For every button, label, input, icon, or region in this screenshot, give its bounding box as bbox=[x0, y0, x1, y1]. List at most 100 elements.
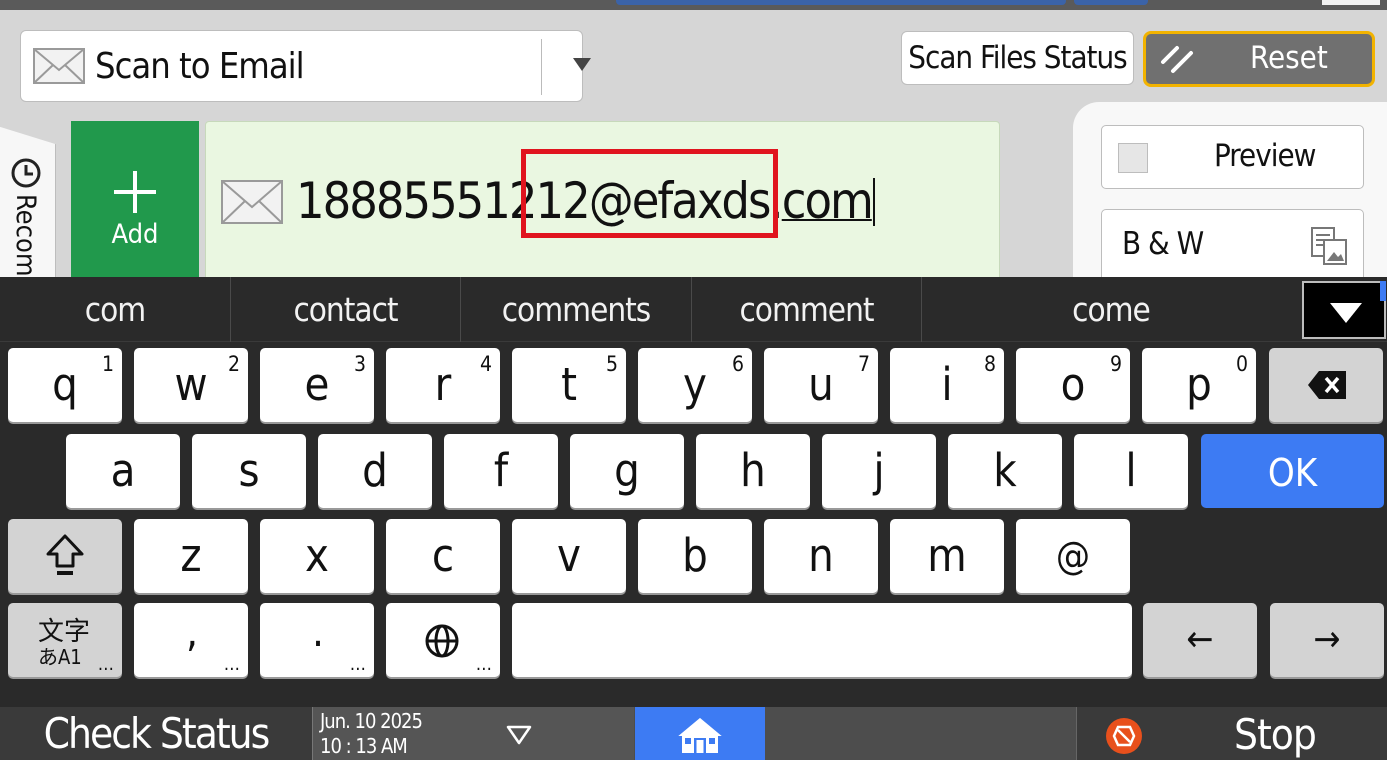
ok-label: OK bbox=[1267, 451, 1318, 495]
key-a[interactable]: a bbox=[66, 434, 180, 508]
top-strip bbox=[0, 0, 1387, 10]
envelope-icon bbox=[221, 180, 283, 224]
suggestion-item[interactable]: comments bbox=[461, 277, 692, 342]
cursor-right-key[interactable]: → bbox=[1270, 603, 1384, 677]
scroll-indicator bbox=[1380, 281, 1386, 301]
key-num: 1 bbox=[101, 352, 114, 376]
key-h[interactable]: h bbox=[696, 434, 810, 508]
color-mode-button[interactable]: B & W bbox=[1101, 209, 1364, 277]
key-num: 9 bbox=[1109, 352, 1122, 376]
suggestion-item[interactable]: come bbox=[922, 277, 1300, 342]
home-button[interactable] bbox=[635, 707, 765, 760]
backspace-icon bbox=[1308, 371, 1346, 399]
key-char: x bbox=[305, 529, 329, 582]
key-d[interactable]: d bbox=[318, 434, 432, 508]
function-select[interactable]: Scan to Email bbox=[20, 30, 591, 102]
key-char: v bbox=[557, 529, 581, 582]
recommended-tab-label: Recomm bbox=[10, 194, 41, 277]
key-o[interactable]: o9 bbox=[1016, 348, 1130, 422]
key-y[interactable]: y6 bbox=[638, 348, 752, 422]
highlight-box bbox=[521, 149, 778, 238]
top-tab-1[interactable] bbox=[616, 0, 1066, 5]
key-m[interactable]: m bbox=[890, 519, 1004, 593]
ok-key[interactable]: OK bbox=[1201, 434, 1384, 508]
key-g[interactable]: g bbox=[570, 434, 684, 508]
key-at[interactable]: @ bbox=[1016, 519, 1130, 593]
date-time-display[interactable]: Jun. 10 2025 10 : 13 AM bbox=[312, 707, 634, 760]
key-l[interactable]: l bbox=[1074, 434, 1188, 508]
key-s[interactable]: s bbox=[192, 434, 306, 508]
suggestion-item[interactable]: contact bbox=[231, 277, 461, 342]
key-more: … bbox=[349, 654, 366, 675]
key-char: n bbox=[808, 529, 834, 582]
key-q[interactable]: q1 bbox=[8, 348, 122, 422]
backspace-key[interactable] bbox=[1269, 348, 1383, 422]
key-num: 4 bbox=[479, 352, 492, 376]
key-num: 7 bbox=[857, 352, 870, 376]
scan-files-status-button[interactable]: Scan Files Status bbox=[901, 31, 1134, 85]
suggestion-item[interactable]: com bbox=[0, 277, 231, 342]
check-status-button[interactable]: Check Status bbox=[0, 707, 312, 760]
key-u[interactable]: u7 bbox=[764, 348, 878, 422]
function-select-label: Scan to Email bbox=[95, 45, 305, 87]
color-mode-label: B & W bbox=[1122, 226, 1204, 262]
key-i[interactable]: i8 bbox=[890, 348, 1004, 422]
left-arrow-icon: ← bbox=[1186, 619, 1214, 660]
status-bar: Check Status Jun. 10 2025 10 : 13 AM Sto… bbox=[0, 707, 1387, 760]
stop-button[interactable]: Stop bbox=[1076, 707, 1387, 760]
key-z[interactable]: z bbox=[134, 519, 248, 593]
preview-checkbox[interactable] bbox=[1118, 143, 1148, 173]
recommended-tab[interactable]: Recomm bbox=[0, 125, 56, 277]
input-mode-key[interactable]: 文字 あA1 … bbox=[8, 603, 122, 677]
key-p[interactable]: p0 bbox=[1142, 348, 1256, 422]
key-char: f bbox=[493, 444, 509, 497]
key-char: @ bbox=[1055, 534, 1091, 578]
key-k[interactable]: k bbox=[948, 434, 1062, 508]
suggestion-expand-button[interactable] bbox=[1302, 281, 1386, 339]
shift-key[interactable] bbox=[8, 519, 122, 593]
stop-icon bbox=[1106, 718, 1142, 754]
destination-tld: com bbox=[781, 172, 874, 230]
key-char: g bbox=[614, 444, 640, 497]
key-t[interactable]: t5 bbox=[512, 348, 626, 422]
top-area: Scan to Email Scan Files Status Reset Re… bbox=[0, 0, 1387, 277]
key-period[interactable]: .… bbox=[260, 603, 374, 677]
key-comma[interactable]: ,… bbox=[134, 603, 248, 677]
cursor-left-key[interactable]: ← bbox=[1143, 603, 1257, 677]
check-status-label: Check Status bbox=[43, 709, 271, 758]
key-char: d bbox=[362, 444, 388, 497]
key-char: , bbox=[186, 607, 198, 656]
key-num: 8 bbox=[983, 352, 996, 376]
reset-button[interactable]: Reset bbox=[1143, 31, 1375, 87]
reset-icon bbox=[1161, 46, 1193, 73]
language-key[interactable]: … bbox=[386, 603, 500, 677]
suggestion-item[interactable]: comment bbox=[692, 277, 922, 342]
add-label: Add bbox=[111, 219, 159, 250]
envelope-icon bbox=[33, 48, 85, 84]
key-v[interactable]: v bbox=[512, 519, 626, 593]
top-tab-3[interactable] bbox=[1322, 0, 1380, 5]
chevron-down-icon[interactable] bbox=[573, 58, 591, 71]
space-key[interactable] bbox=[512, 603, 1132, 677]
top-tab-2[interactable] bbox=[1074, 0, 1148, 5]
scan-files-status-label: Scan Files Status bbox=[908, 40, 1127, 76]
reset-label: Reset bbox=[1250, 40, 1328, 76]
key-n[interactable]: n bbox=[764, 519, 878, 593]
preview-toggle[interactable]: Preview bbox=[1101, 125, 1364, 189]
key-e[interactable]: e3 bbox=[260, 348, 374, 422]
key-x[interactable]: x bbox=[260, 519, 374, 593]
home-icon bbox=[675, 713, 725, 753]
key-w[interactable]: w2 bbox=[134, 348, 248, 422]
key-char: m bbox=[927, 529, 967, 582]
key-b[interactable]: b bbox=[638, 519, 752, 593]
key-char: k bbox=[993, 444, 1017, 497]
preview-label: Preview bbox=[1214, 138, 1316, 174]
key-j[interactable]: j bbox=[822, 434, 936, 508]
input-mode-line2: あA1 bbox=[38, 645, 82, 669]
key-c[interactable]: c bbox=[386, 519, 500, 593]
key-num: 5 bbox=[605, 352, 618, 376]
key-f[interactable]: f bbox=[444, 434, 558, 508]
key-num: 0 bbox=[1235, 352, 1248, 376]
add-destination-button[interactable]: Add bbox=[71, 121, 199, 277]
key-r[interactable]: r4 bbox=[386, 348, 500, 422]
